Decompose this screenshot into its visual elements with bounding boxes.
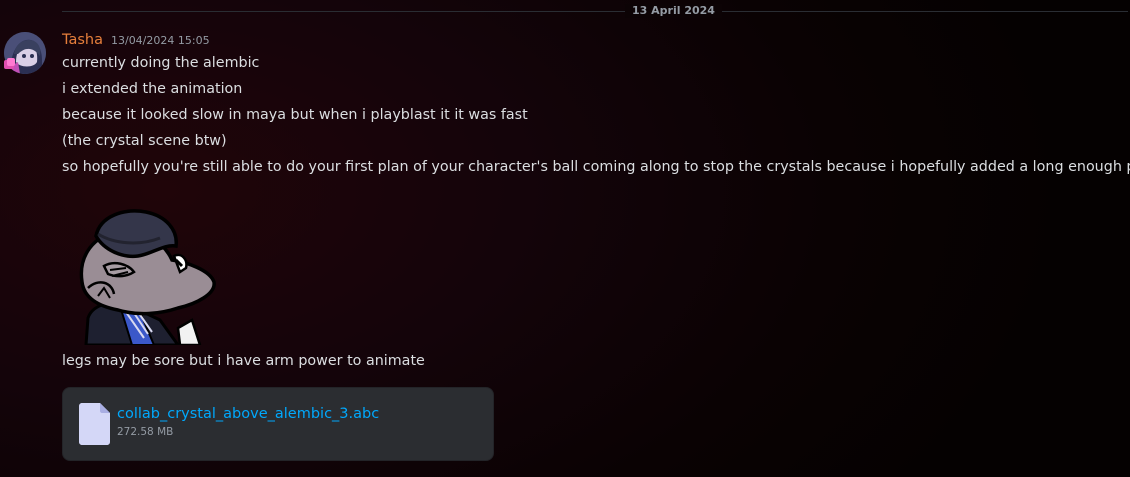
message-line: because it looked slow in maya but when … — [62, 107, 528, 123]
message-line: (the crystal scene btw) — [62, 133, 227, 149]
message-header: Tasha 13/04/2024 15:05 — [62, 32, 210, 52]
username[interactable]: Tasha — [62, 32, 103, 48]
attachment-file-name[interactable]: collab_crystal_above_alembic_3.abc — [117, 406, 379, 422]
date-divider-label: 13 April 2024 — [625, 4, 722, 18]
message-line: legs may be sore but i have arm power to… — [62, 353, 425, 369]
avatar-decoration-icon — [4, 58, 15, 69]
attachment-file-size: 272.58 MB — [117, 426, 174, 438]
message-line: currently doing the alembic — [62, 55, 260, 71]
message-line: i extended the animation — [62, 81, 243, 97]
chat-message: Tasha 13/04/2024 15:05 currently doing t… — [0, 30, 1130, 477]
file-attachment[interactable]: collab_crystal_above_alembic_3.abc 272.5… — [62, 387, 494, 461]
cartoon-character-sticker-icon[interactable] — [68, 208, 228, 345]
file-icon — [79, 403, 110, 445]
date-divider — [62, 11, 1128, 12]
message-line: so hopefully you're still able to do you… — [62, 159, 1130, 175]
message-timestamp[interactable]: 13/04/2024 15:05 — [111, 34, 210, 47]
